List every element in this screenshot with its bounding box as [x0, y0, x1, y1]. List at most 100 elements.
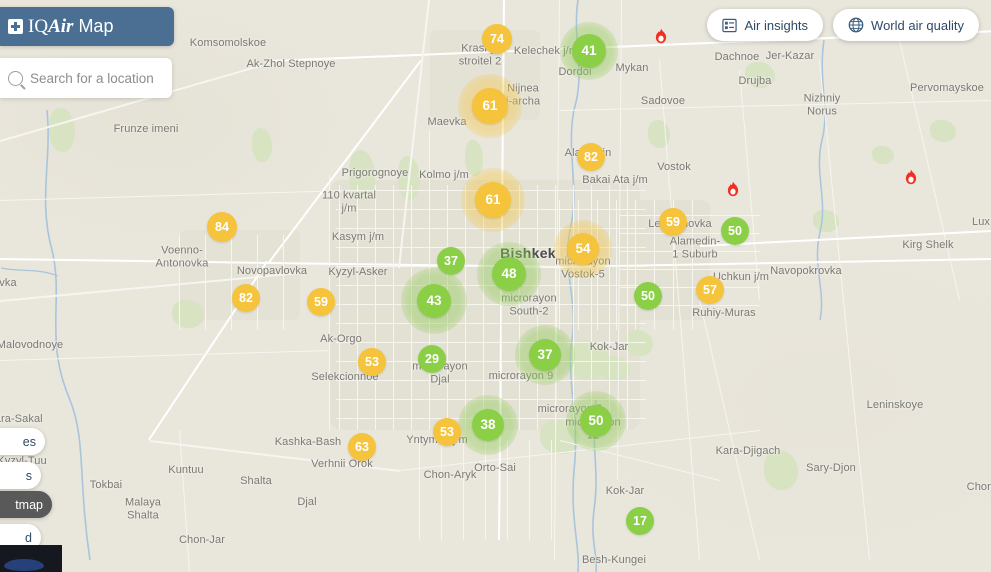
aqi-marker[interactable]: 43 [401, 268, 467, 334]
aqi-marker[interactable]: 54 [554, 220, 612, 278]
aqi-marker[interactable]: 59 [659, 208, 687, 236]
aqi-marker-core[interactable]: 61 [475, 182, 511, 218]
map-label: Navopokrovka [770, 264, 842, 277]
aqi-marker-core[interactable]: 17 [626, 507, 654, 535]
aqi-value: 29 [425, 351, 439, 366]
aqi-marker-core[interactable]: 29 [418, 345, 446, 373]
road-segment [441, 440, 442, 540]
aqi-marker[interactable]: 74 [482, 24, 512, 54]
aqi-marker[interactable]: 53 [433, 418, 461, 446]
aqi-marker[interactable]: 59 [307, 288, 335, 316]
aqi-marker[interactable]: 50 [566, 391, 626, 451]
road-segment [507, 440, 508, 540]
road-segment [231, 235, 232, 330]
aqi-marker-core[interactable]: 54 [567, 233, 599, 265]
park-15 [252, 128, 272, 162]
aqi-value: 37 [444, 253, 458, 268]
heatmap-toggle-label: tmap [15, 497, 43, 512]
left-control-chip-1[interactable]: es [0, 428, 45, 455]
world-air-quality-button[interactable]: World air quality [833, 9, 979, 41]
aqi-value: 50 [728, 223, 742, 238]
aqi-marker[interactable]: 82 [232, 284, 260, 312]
aqi-marker-core[interactable]: 50 [634, 282, 662, 310]
road-segment [283, 235, 284, 330]
aqi-marker[interactable]: 61 [458, 74, 522, 138]
map-label: Vostok [657, 160, 691, 173]
fire-marker-icon[interactable] [726, 181, 741, 199]
map-label: Shalta [240, 474, 272, 487]
road-segment [551, 440, 552, 540]
aqi-marker-core[interactable]: 63 [348, 433, 376, 461]
map-label: Tokbai [89, 478, 123, 491]
fire-marker-icon[interactable] [904, 169, 919, 187]
map-label: Pervomayskoe [910, 81, 984, 94]
air-insights-button[interactable]: Air insights [707, 9, 824, 41]
map-label: Besh-Kungei [581, 553, 647, 566]
aqi-marker[interactable]: 48 [477, 242, 541, 306]
aqi-value: 59 [314, 294, 328, 309]
aqi-marker[interactable]: 61 [461, 168, 525, 232]
aqi-marker[interactable]: 38 [458, 395, 518, 455]
aqi-marker[interactable]: 50 [721, 217, 749, 245]
aqi-marker[interactable]: 82 [577, 143, 605, 171]
aqi-marker-core[interactable]: 37 [529, 339, 561, 371]
aqi-marker[interactable]: 53 [358, 348, 386, 376]
aqi-marker-core[interactable]: 82 [577, 143, 605, 171]
app-title: IQAir Map [28, 16, 113, 38]
aqi-marker-core[interactable]: 48 [492, 257, 526, 291]
aqi-marker[interactable]: 84 [207, 212, 237, 242]
aqi-marker-core[interactable]: 50 [721, 217, 749, 245]
aqi-marker-core[interactable]: 38 [472, 409, 504, 441]
map-label: Kyzyl-Asker [328, 265, 388, 278]
road-segment [336, 323, 646, 324]
aqi-marker-core[interactable]: 61 [472, 88, 508, 124]
aqi-marker[interactable]: 50 [634, 282, 662, 310]
search-input[interactable]: Search for a location [30, 71, 154, 86]
aqi-marker-core[interactable]: 57 [696, 276, 724, 304]
road-segment [257, 235, 258, 330]
heatmap-toggle-chip[interactable]: tmap [0, 491, 52, 518]
map-label: Komsomolskoe [189, 36, 267, 49]
aqi-value: 37 [537, 347, 553, 363]
map-label: Chon-Aryk [423, 468, 477, 481]
app-header[interactable]: IQAir Map [0, 7, 174, 46]
aqi-value: 61 [485, 192, 501, 208]
aqi-marker-core[interactable]: 84 [207, 212, 237, 242]
map-label: Kashka-Bash [274, 435, 342, 448]
aqi-marker[interactable]: 41 [560, 22, 618, 80]
fire-marker-icon[interactable] [654, 28, 669, 46]
top-actions[interactable]: Air insights World air quality [707, 9, 979, 41]
map-label: Ruhiy-Muras [692, 306, 756, 319]
map-label: 110 kvartal j/m [321, 189, 377, 215]
aqi-value: 59 [666, 214, 680, 229]
aqi-marker[interactable]: 57 [696, 276, 724, 304]
aqi-marker[interactable]: 17 [626, 507, 654, 535]
left-control-chip-2[interactable]: s [0, 462, 41, 489]
aqi-marker[interactable]: 63 [348, 433, 376, 461]
aqi-marker-core[interactable]: 59 [659, 208, 687, 236]
map-label: Kirg Shelk [902, 238, 954, 251]
road-segment [339, 185, 340, 430]
map-label: Kara-Sakal [0, 412, 43, 425]
search-icon [8, 70, 23, 86]
aqi-marker-core[interactable]: 53 [358, 348, 386, 376]
aqi-marker[interactable]: 29 [418, 345, 446, 373]
park-8 [600, 356, 630, 382]
park-16 [625, 330, 653, 356]
aqi-marker-core[interactable]: 41 [572, 34, 606, 68]
map-label: Kasym j/m [331, 230, 385, 243]
map-label: Nizhniy Norus [803, 92, 841, 118]
aqi-marker-core[interactable]: 82 [232, 284, 260, 312]
aqi-marker-core[interactable]: 50 [580, 405, 612, 437]
aqi-marker-core[interactable]: 53 [433, 418, 461, 446]
aqi-marker[interactable]: 37 [515, 325, 575, 385]
road-segment [419, 440, 420, 540]
search-box[interactable]: Search for a location [0, 58, 172, 98]
bottom-left-panel[interactable] [0, 545, 62, 572]
aqi-marker-core[interactable]: 74 [482, 24, 512, 54]
iqair-plus-logo-icon [8, 19, 23, 34]
aqi-marker-core[interactable]: 43 [417, 284, 451, 318]
road-segment [529, 440, 530, 540]
map-label: Lux [971, 215, 991, 228]
aqi-marker-core[interactable]: 59 [307, 288, 335, 316]
